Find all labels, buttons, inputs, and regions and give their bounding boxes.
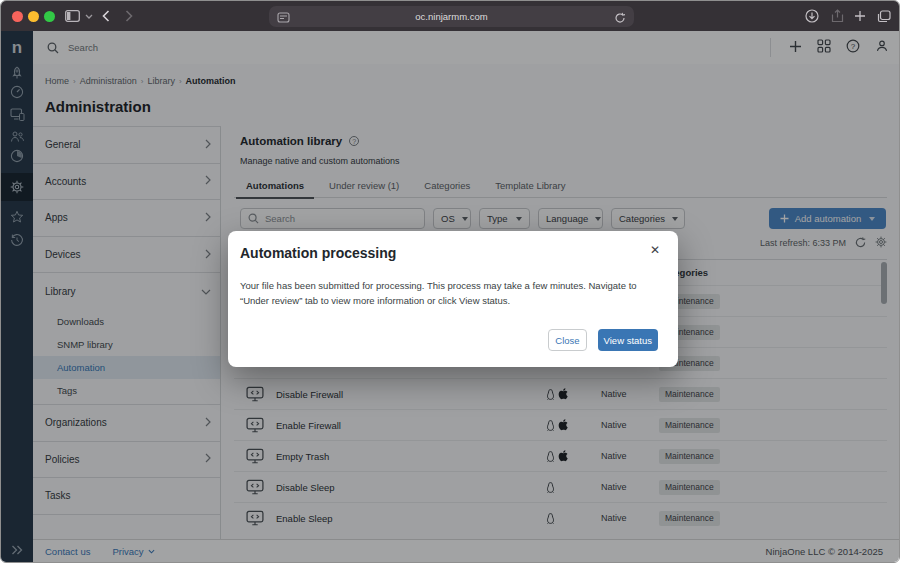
chevron-down-icon[interactable] (84, 1, 94, 31)
view-status-button[interactable]: View status (598, 329, 658, 351)
tab-overview-icon[interactable] (875, 1, 893, 31)
address-bar[interactable]: oc.ninjarmm.com (269, 6, 634, 27)
modal-body-text: Your file has been submitted for process… (240, 278, 644, 308)
reload-icon[interactable] (614, 10, 626, 28)
url-text: oc.ninjarmm.com (415, 11, 487, 22)
browser-chrome: oc.ninjarmm.com (1, 1, 899, 31)
new-tab-icon[interactable] (852, 1, 868, 31)
automation-processing-modal: Automation processing ✕ Your file has be… (228, 231, 678, 367)
back-button[interactable] (100, 1, 112, 31)
modal-close-button[interactable]: Close (548, 329, 586, 351)
page: n (1, 31, 899, 562)
downloads-icon[interactable] (804, 1, 820, 31)
page-settings-icon[interactable] (277, 10, 290, 28)
modal-title: Automation processing (240, 245, 396, 261)
forward-button[interactable] (123, 1, 135, 31)
zoom-window-button[interactable] (44, 11, 55, 22)
minimize-window-button[interactable] (28, 11, 39, 22)
modal-close-icon[interactable]: ✕ (648, 243, 662, 257)
close-window-button[interactable] (12, 11, 23, 22)
sidebar-toggle-icon[interactable] (63, 1, 81, 31)
share-icon[interactable] (829, 1, 845, 31)
browser-window: oc.ninjarmm.com n (0, 0, 900, 563)
